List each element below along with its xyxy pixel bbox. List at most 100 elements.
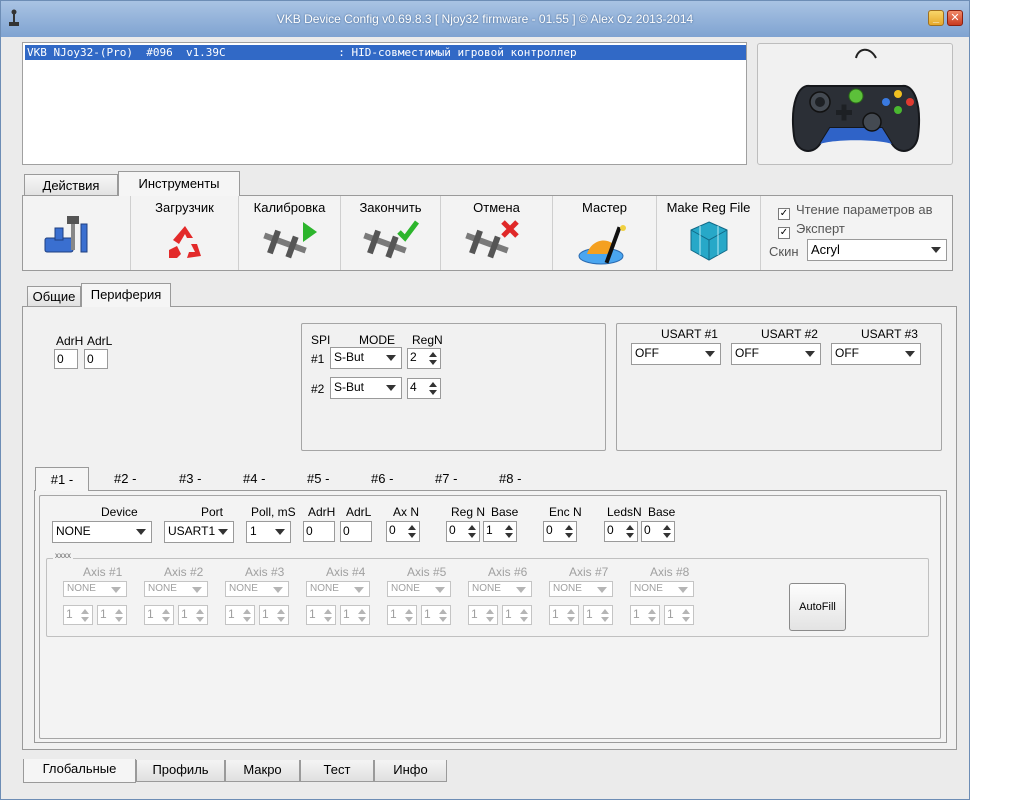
tab-device-5[interactable]: #5 -: [307, 471, 329, 486]
spin-down-icon[interactable]: [277, 617, 285, 622]
spin-up-icon[interactable]: [277, 609, 285, 614]
spin-down-icon[interactable]: [81, 617, 89, 622]
axis-3-select[interactable]: NONE: [225, 581, 289, 597]
read-params-check-icon[interactable]: ✓: [778, 208, 790, 220]
dev-adrh-input[interactable]: 0: [303, 521, 335, 542]
spin-up-icon[interactable]: [358, 609, 366, 614]
adrh-input[interactable]: 0: [54, 349, 78, 369]
axis-1-select[interactable]: NONE: [63, 581, 127, 597]
axis-4-a-stepper[interactable]: 1: [306, 605, 336, 625]
spin-down-icon[interactable]: [648, 617, 656, 622]
spin-down-icon[interactable]: [567, 617, 575, 622]
tab-general[interactable]: Общие: [27, 286, 81, 306]
axis-4-select[interactable]: NONE: [306, 581, 370, 597]
tab-device-8[interactable]: #8 -: [499, 471, 521, 486]
spi-2-mode-select[interactable]: S-But: [330, 377, 402, 399]
axis-3-b-stepper[interactable]: 1: [259, 605, 289, 625]
spin-up-icon[interactable]: [601, 609, 609, 614]
device-list[interactable]: VKB NJoy32-(Pro) #096 v1.39C : HID-совме…: [22, 42, 747, 165]
adrl-input[interactable]: 0: [84, 349, 108, 369]
usart-2-select[interactable]: OFF: [731, 343, 821, 365]
axis-2-select[interactable]: NONE: [144, 581, 208, 597]
spin-up-icon[interactable]: [162, 609, 170, 614]
spin-up-icon[interactable]: [439, 609, 447, 614]
axn-stepper[interactable]: 0: [386, 521, 420, 542]
spin-down-icon[interactable]: [626, 533, 634, 538]
axis-2-a-stepper[interactable]: 1: [144, 605, 174, 625]
spin-up-icon[interactable]: [663, 525, 671, 530]
spin-up-icon[interactable]: [486, 609, 494, 614]
tab-device-4[interactable]: #4 -: [243, 471, 265, 486]
axis-6-select[interactable]: NONE: [468, 581, 532, 597]
tab-device-6[interactable]: #6 -: [371, 471, 393, 486]
spin-up-icon[interactable]: [648, 609, 656, 614]
autofill-button[interactable]: AutoFill: [789, 583, 846, 631]
cancel-button[interactable]: Отмена: [441, 196, 553, 270]
spin-down-icon[interactable]: [601, 617, 609, 622]
usart-3-select[interactable]: OFF: [831, 343, 921, 365]
spin-down-icon[interactable]: [243, 617, 251, 622]
spin-up-icon[interactable]: [243, 609, 251, 614]
spin-up-icon[interactable]: [567, 609, 575, 614]
tab-peripherals[interactable]: Периферия: [81, 283, 171, 307]
axis-6-b-stepper[interactable]: 1: [502, 605, 532, 625]
axis-1-b-stepper[interactable]: 1: [97, 605, 127, 625]
axis-8-b-stepper[interactable]: 1: [664, 605, 694, 625]
tab-device-7[interactable]: #7 -: [435, 471, 457, 486]
axis-7-b-stepper[interactable]: 1: [583, 605, 613, 625]
axis-6-a-stepper[interactable]: 1: [468, 605, 498, 625]
spin-up-icon[interactable]: [324, 609, 332, 614]
spin-up-icon[interactable]: [626, 525, 634, 530]
make-reg-file-button[interactable]: Make Reg File: [657, 196, 761, 270]
tab-tools[interactable]: Инструменты: [118, 171, 240, 196]
ledsn-stepper[interactable]: 0: [604, 521, 638, 542]
spin-down-icon[interactable]: [682, 617, 690, 622]
spin-up-icon[interactable]: [682, 609, 690, 614]
tab-device-2[interactable]: #2 -: [114, 471, 136, 486]
tab-global[interactable]: Глобальные: [23, 759, 136, 783]
spin-down-icon[interactable]: [408, 533, 416, 538]
expert-checkbox[interactable]: ✓ Эксперт: [778, 221, 845, 239]
spin-down-icon[interactable]: [520, 617, 528, 622]
loader-button[interactable]: Загрузчик: [131, 196, 239, 270]
read-params-checkbox[interactable]: ✓ Чтение параметров ав: [778, 202, 933, 220]
axis-3-a-stepper[interactable]: 1: [225, 605, 255, 625]
axis-5-a-stepper[interactable]: 1: [387, 605, 417, 625]
tab-macro[interactable]: Макро: [225, 760, 300, 782]
spin-down-icon[interactable]: [324, 617, 332, 622]
dev-adrl-input[interactable]: 0: [340, 521, 372, 542]
spi-2-regn-stepper[interactable]: 4: [407, 378, 441, 399]
spin-down-icon[interactable]: [468, 533, 476, 538]
spi-1-mode-select[interactable]: S-But: [330, 347, 402, 369]
spin-down-icon[interactable]: [439, 617, 447, 622]
spin-down-icon[interactable]: [115, 617, 123, 622]
axis-1-a-stepper[interactable]: 1: [63, 605, 93, 625]
base2-stepper[interactable]: 0: [641, 521, 675, 542]
spin-down-icon[interactable]: [405, 617, 413, 622]
base-stepper[interactable]: 1: [483, 521, 517, 542]
skin-select[interactable]: Acryl: [807, 239, 947, 261]
axis-2-b-stepper[interactable]: 1: [178, 605, 208, 625]
tab-test[interactable]: Тест: [300, 760, 374, 782]
axis-4-b-stepper[interactable]: 1: [340, 605, 370, 625]
device-select[interactable]: NONE: [52, 521, 152, 543]
spin-down-icon[interactable]: [358, 617, 366, 622]
axis-8-a-stepper[interactable]: 1: [630, 605, 660, 625]
axis-7-a-stepper[interactable]: 1: [549, 605, 579, 625]
spin-down-icon[interactable]: [429, 390, 437, 395]
spin-up-icon[interactable]: [429, 382, 437, 387]
spin-up-icon[interactable]: [196, 609, 204, 614]
axis-5-b-stepper[interactable]: 1: [421, 605, 451, 625]
spin-up-icon[interactable]: [429, 352, 437, 357]
encn-stepper[interactable]: 0: [543, 521, 577, 542]
device-list-row[interactable]: VKB NJoy32-(Pro) #096 v1.39C : HID-совме…: [25, 45, 746, 60]
spin-down-icon[interactable]: [663, 533, 671, 538]
tab-actions[interactable]: Действия: [24, 174, 118, 196]
calibration-button[interactable]: Калибровка: [239, 196, 341, 270]
regn-stepper[interactable]: 0: [446, 521, 480, 542]
poll-select[interactable]: 1: [246, 521, 291, 543]
spin-up-icon[interactable]: [408, 525, 416, 530]
spin-down-icon[interactable]: [565, 533, 573, 538]
spi-1-regn-stepper[interactable]: 2: [407, 348, 441, 369]
spin-down-icon[interactable]: [486, 617, 494, 622]
